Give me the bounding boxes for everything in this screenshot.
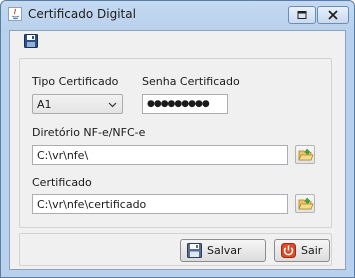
- folder-open-icon: [298, 197, 314, 210]
- sair-label: Sair: [301, 244, 323, 257]
- title-bar[interactable]: Certificado Digital: [1, 1, 354, 29]
- senha-certificado-label: Senha Certificado: [142, 75, 240, 88]
- java-app-icon: [8, 7, 22, 21]
- tipo-certificado-label: Tipo Certificado: [32, 75, 119, 88]
- diretorio-browse-button[interactable]: [295, 145, 315, 164]
- close-button[interactable]: [317, 6, 349, 24]
- certificate-form-panel: Tipo Certificado Senha Certificado A1 ●●…: [19, 58, 332, 228]
- chevron-down-icon: [108, 102, 117, 108]
- certificado-value: C:\vr\nfe\certificado: [37, 198, 147, 211]
- tipo-certificado-select[interactable]: A1: [32, 94, 123, 114]
- tipo-certificado-value: A1: [37, 98, 52, 111]
- window-title: Certificado Digital: [28, 7, 136, 21]
- diretorio-field[interactable]: C:\vr\nfe\: [32, 145, 288, 165]
- certificado-field[interactable]: C:\vr\nfe\certificado: [32, 194, 288, 214]
- floppy-disk-icon[interactable]: [24, 34, 38, 48]
- diretorio-value: C:\vr\nfe\: [37, 149, 89, 162]
- dialog-content: Tipo Certificado Senha Certificado A1 ●●…: [9, 30, 346, 270]
- window: Certificado Digital Tipo Certificado Sen…: [0, 0, 355, 278]
- sair-button[interactable]: Sair: [274, 239, 330, 262]
- button-bar: Salvar Sair: [19, 233, 332, 266]
- salvar-button[interactable]: Salvar: [180, 239, 266, 262]
- close-icon: [328, 10, 338, 20]
- certificado-label: Certificado: [32, 176, 92, 189]
- salvar-label: Salvar: [207, 244, 242, 257]
- restore-icon: [297, 11, 307, 19]
- folder-open-icon: [298, 148, 314, 161]
- power-icon: [281, 243, 296, 258]
- certificado-browse-button[interactable]: [295, 194, 315, 213]
- senha-certificado-field[interactable]: ●●●●●●●●●: [142, 94, 228, 114]
- restore-button[interactable]: [288, 6, 316, 24]
- senha-certificado-value: ●●●●●●●●●: [147, 99, 210, 109]
- floppy-disk-icon: [187, 243, 202, 258]
- diretorio-label: Diretório NF-e/NFC-e: [32, 126, 146, 139]
